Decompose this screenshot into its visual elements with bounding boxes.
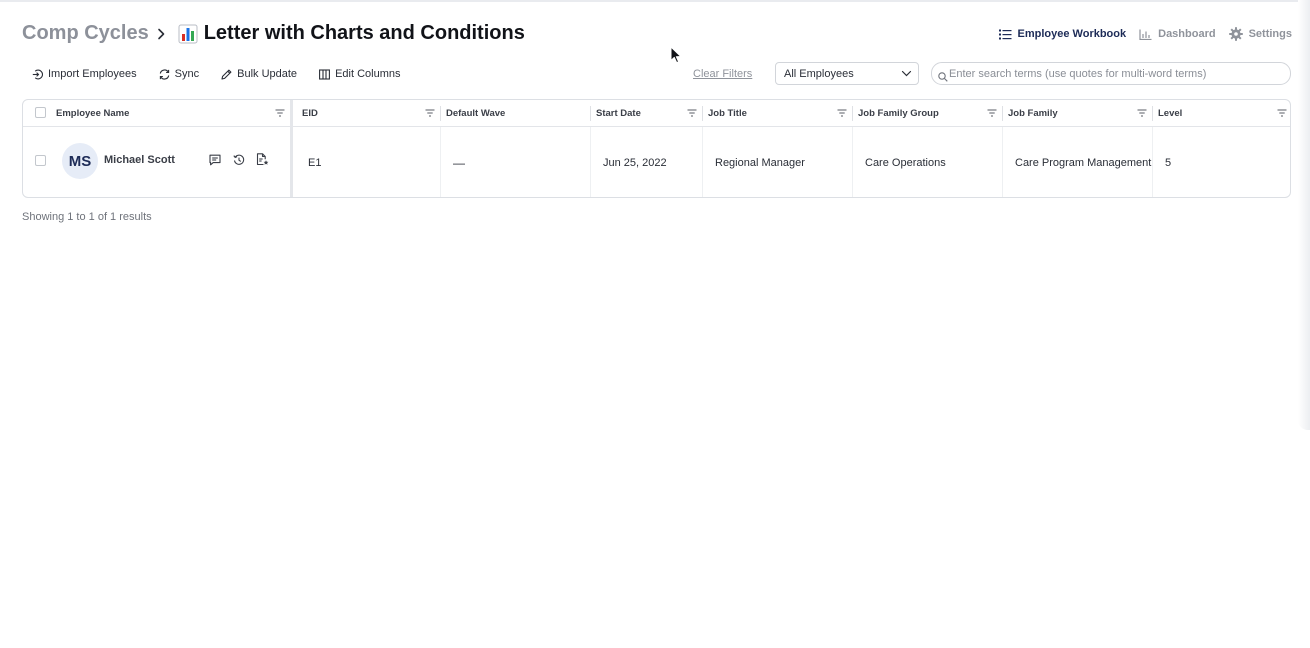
mouse-cursor-icon [670, 46, 682, 69]
page-title: Letter with Charts and Conditions [203, 22, 525, 44]
table-header: Employee Name EID Default Wave Start Dat… [23, 100, 1290, 127]
column-label: Job Family [1008, 108, 1058, 119]
cell-level: 5 [1165, 157, 1172, 169]
columns-icon [319, 68, 331, 80]
cell-default-wave: — [453, 156, 465, 170]
search-icon [938, 69, 948, 87]
employee-name[interactable]: Michael Scott [104, 154, 175, 166]
column-header-default-wave[interactable]: Default Wave [440, 100, 590, 127]
sync-icon [159, 68, 170, 80]
filter-icon[interactable] [837, 109, 847, 120]
search-input[interactable] [949, 66, 1284, 82]
cell-job-title: Regional Manager [715, 157, 805, 169]
column-label: Job Family Group [858, 108, 939, 119]
column-header-eid[interactable]: EID [296, 100, 440, 127]
column-label: Employee Name [56, 108, 130, 119]
page-header: Comp Cycles Letter with Charts and Condi… [22, 22, 1292, 48]
cell-divider [440, 127, 441, 197]
column-label: EID [302, 108, 318, 119]
filter-icon[interactable] [275, 109, 285, 120]
side-panel-edge [1298, 0, 1310, 430]
edit-columns-label: Edit Columns [335, 68, 401, 80]
frozen-column-divider [290, 100, 293, 197]
list-icon [998, 29, 1012, 40]
nav-dashboard[interactable]: Dashboard [1139, 28, 1216, 40]
sync-button[interactable]: Sync [159, 68, 199, 80]
column-header-job-family-group[interactable]: Job Family Group [852, 100, 1002, 127]
chevron-down-icon [901, 68, 912, 82]
filter-icon[interactable] [1277, 109, 1287, 120]
column-label: Default Wave [446, 108, 506, 119]
filter-icon[interactable] [1137, 109, 1147, 120]
pencil-icon [221, 69, 232, 80]
top-navigation: Employee Workbook Dashboard Settings [998, 27, 1292, 41]
column-header-job-title[interactable]: Job Title [702, 100, 852, 127]
filter-icon[interactable] [687, 109, 697, 120]
employee-filter-value: All Employees [784, 68, 854, 80]
cell-job-family-group: Care Operations [865, 157, 946, 169]
nav-dashboard-label: Dashboard [1158, 28, 1216, 40]
top-border [0, 0, 1310, 2]
column-label: Start Date [596, 108, 641, 119]
bar-chart-emoji-icon [178, 24, 198, 44]
sync-label: Sync [174, 68, 200, 80]
breadcrumb-comp-cycles-link[interactable]: Comp Cycles [22, 22, 149, 45]
chevron-right-icon [156, 27, 170, 41]
gear-icon [1228, 27, 1243, 41]
bulk-update-label: Bulk Update [237, 68, 298, 80]
bulk-update-button[interactable]: Bulk Update [221, 68, 297, 80]
employee-table: Employee Name EID Default Wave Start Dat… [22, 99, 1291, 198]
cell-job-family: Care Program Management [1015, 157, 1152, 169]
search-box[interactable] [931, 62, 1291, 85]
column-header-start-date[interactable]: Start Date [590, 100, 702, 127]
cell-divider [852, 127, 853, 197]
cell-divider [1002, 127, 1003, 197]
breadcrumb: Comp Cycles Letter with Charts and Condi… [22, 22, 525, 45]
import-icon [32, 69, 43, 80]
column-header-employee-name[interactable]: Employee Name [50, 100, 290, 127]
clear-filters-link[interactable]: Clear Filters [693, 68, 752, 80]
employee-filter-select[interactable]: All Employees [775, 62, 919, 85]
cell-eid: E1 [308, 157, 322, 169]
nav-settings[interactable]: Settings [1228, 27, 1292, 41]
row-select-checkbox[interactable] [35, 155, 46, 166]
cell-divider [702, 127, 703, 197]
select-all-checkbox[interactable] [35, 107, 46, 118]
results-summary: Showing 1 to 1 of 1 results [22, 211, 152, 223]
nav-employee-workbook-label: Employee Workbook [1017, 28, 1127, 40]
document-star-icon[interactable] [256, 153, 269, 171]
bar-chart-icon [1139, 29, 1152, 40]
history-icon[interactable] [233, 153, 245, 171]
comment-icon[interactable] [209, 153, 221, 171]
column-label: Level [1158, 108, 1183, 119]
import-employees-label: Import Employees [48, 68, 137, 80]
import-employees-button[interactable]: Import Employees [32, 68, 137, 80]
column-label: Job Title [708, 108, 747, 119]
cell-divider [1152, 127, 1153, 197]
filter-icon[interactable] [987, 109, 997, 120]
cell-start-date: Jun 25, 2022 [603, 157, 667, 169]
avatar: MS [62, 143, 98, 179]
edit-columns-button[interactable]: Edit Columns [319, 68, 400, 80]
nav-employee-workbook[interactable]: Employee Workbook [998, 28, 1127, 40]
column-header-job-family[interactable]: Job Family [1002, 100, 1152, 127]
filter-icon[interactable] [425, 109, 435, 120]
column-header-level[interactable]: Level [1152, 100, 1290, 127]
nav-settings-label: Settings [1248, 28, 1292, 40]
toolbar: Import Employees Sync Bulk Update Edit C… [32, 66, 400, 82]
cell-divider [590, 127, 591, 197]
